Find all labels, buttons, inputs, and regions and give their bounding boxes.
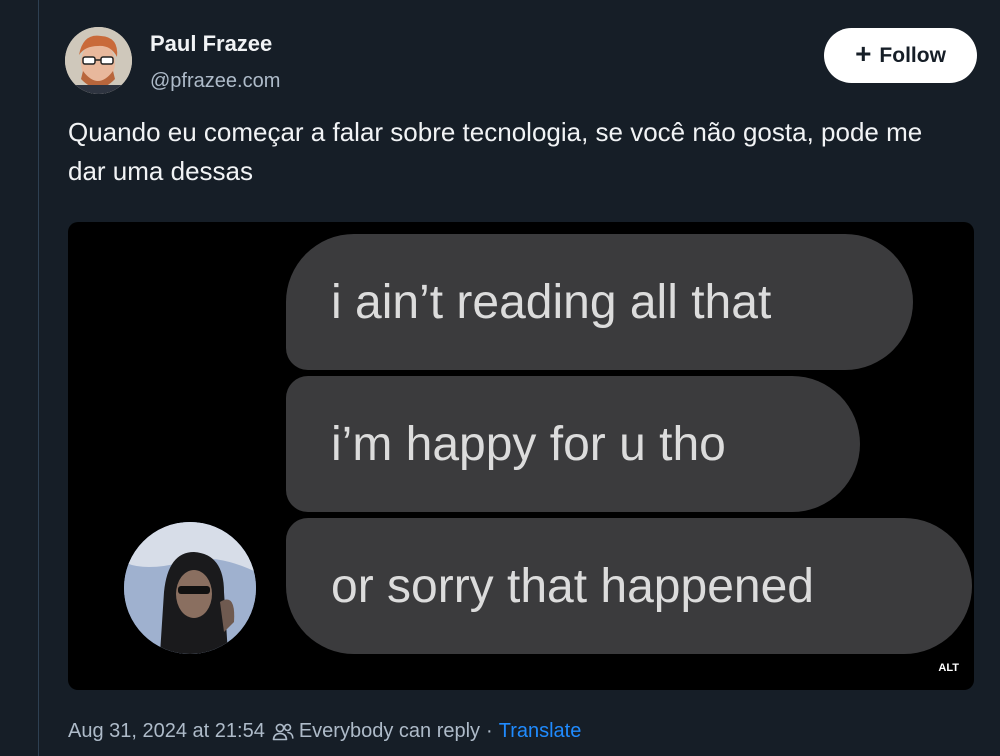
author-avatar[interactable] [65,27,132,94]
reply-setting-text: Everybody can reply [298,720,481,742]
message-bubble: i’m happy for u tho [286,376,860,512]
post-text: Quando eu começar a falar sobre tecnolog… [68,117,923,186]
translate-link[interactable]: Translate [499,720,582,743]
message-bubble: i ain’t reading all that [286,234,913,370]
scroll-edge-marker [0,38,3,72]
people-icon [272,722,294,742]
plus-icon: + [855,38,872,69]
contact-avatar [124,522,256,654]
post-timestamp[interactable]: Aug 31, 2024 at 21:54 [68,720,265,743]
thread-line [38,0,39,756]
follow-button[interactable]: + Follow [824,28,977,83]
message-text: or sorry that happened [331,559,814,613]
author-handle[interactable]: @pfrazee.com [150,70,280,93]
meta-separator: · [486,720,493,742]
follow-button-label: Follow [879,43,946,67]
message-bubble: or sorry that happened [286,518,972,654]
post-meta: Aug 31, 2024 at 21:54 Everybody can repl… [68,720,581,743]
alt-text-badge[interactable]: ALT [933,660,964,676]
author-avatar-image [65,27,132,94]
author-name[interactable]: Paul Frazee [150,31,272,57]
contact-avatar-image [124,522,256,654]
post-image[interactable]: i ain’t reading all that i’m happy for u… [68,222,974,690]
message-text: i ain’t reading all that [331,275,772,329]
post-thread-view: Paul Frazee @pfrazee.com + Follow Quando… [0,0,1000,756]
message-text: i’m happy for u tho [331,417,726,471]
